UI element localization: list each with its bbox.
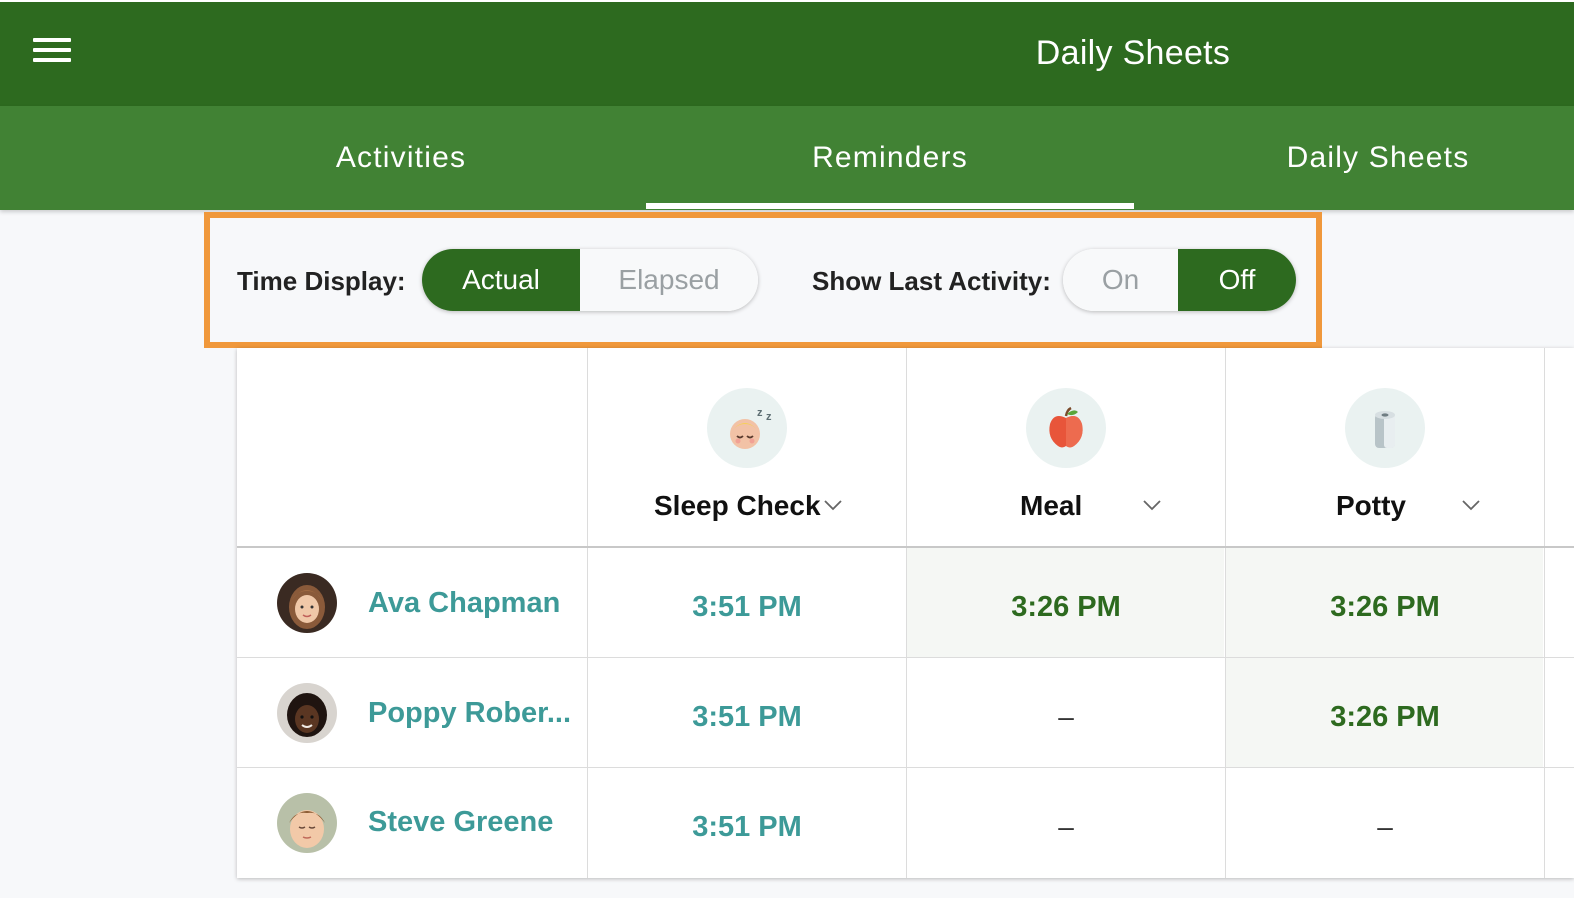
row-divider (237, 657, 1574, 658)
avatar[interactable] (277, 573, 337, 633)
column-header-sleep-check: z z Sleep Check (588, 348, 906, 546)
grid-line (1544, 348, 1545, 878)
empty-reminder[interactable]: – (1226, 811, 1544, 843)
chevron-down-icon[interactable] (823, 498, 843, 512)
avatar[interactable] (277, 683, 337, 743)
svg-text:z: z (757, 407, 763, 419)
show-last-activity-off-button[interactable]: Off (1178, 249, 1296, 311)
chevron-down-icon[interactable] (1461, 498, 1481, 512)
tab-reminders[interactable]: Reminders (646, 106, 1134, 210)
app-bar: Daily Sheets (0, 2, 1574, 106)
column-title: Potty (1336, 490, 1406, 521)
empty-reminder[interactable]: – (907, 701, 1225, 733)
display-controls-panel: Time Display: Actual Elapsed Show Last A… (204, 212, 1322, 348)
reminders-table: z z Sleep Check Meal Potty Ava Chapman 3… (237, 348, 1574, 878)
show-last-activity-on-button[interactable]: On (1063, 249, 1178, 311)
row-divider (237, 767, 1574, 768)
avatar[interactable] (277, 793, 337, 853)
time-display-actual-button[interactable]: Actual (422, 249, 580, 311)
apple-icon (1026, 388, 1106, 468)
header-divider (237, 546, 1574, 548)
show-last-activity-toggle: On Off (1063, 249, 1296, 311)
reminder-time[interactable]: 3:26 PM (907, 591, 1225, 624)
tab-bar: Activities Reminders Daily Sheets (0, 106, 1574, 210)
app-title: Daily Sheets (1035, 34, 1231, 72)
reminder-time[interactable]: 3:51 PM (588, 591, 906, 624)
svg-text:z: z (766, 411, 772, 423)
time-display-toggle: Actual Elapsed (422, 249, 758, 311)
empty-reminder[interactable]: – (907, 811, 1225, 843)
column-header-meal: Meal (907, 348, 1225, 546)
chevron-down-icon[interactable] (1142, 498, 1162, 512)
active-tab-indicator (646, 203, 1134, 209)
child-name-link[interactable]: Ava Chapman (368, 587, 560, 620)
reminder-time[interactable]: 3:26 PM (1226, 701, 1544, 734)
tab-daily-sheets[interactable]: Daily Sheets (1134, 106, 1574, 210)
tab-activities[interactable]: Activities (157, 106, 645, 210)
child-name-link[interactable]: Steve Greene (368, 806, 553, 839)
sleeping-baby-icon: z z (707, 388, 787, 468)
reminder-time[interactable]: 3:51 PM (588, 811, 906, 844)
toilet-paper-icon (1345, 388, 1425, 468)
column-header-potty: Potty (1226, 348, 1544, 546)
time-display-label: Time Display: (237, 266, 406, 296)
time-display-elapsed-button[interactable]: Elapsed (580, 249, 758, 311)
child-name-link[interactable]: Poppy Rober... (368, 697, 571, 730)
hamburger-menu-icon[interactable] (30, 34, 74, 66)
column-title: Sleep Check (654, 490, 821, 521)
column-title: Meal (1020, 490, 1083, 521)
reminder-time[interactable]: 3:51 PM (588, 701, 906, 734)
reminder-time[interactable]: 3:26 PM (1226, 591, 1544, 624)
show-last-activity-label: Show Last Activity: (812, 266, 1051, 296)
